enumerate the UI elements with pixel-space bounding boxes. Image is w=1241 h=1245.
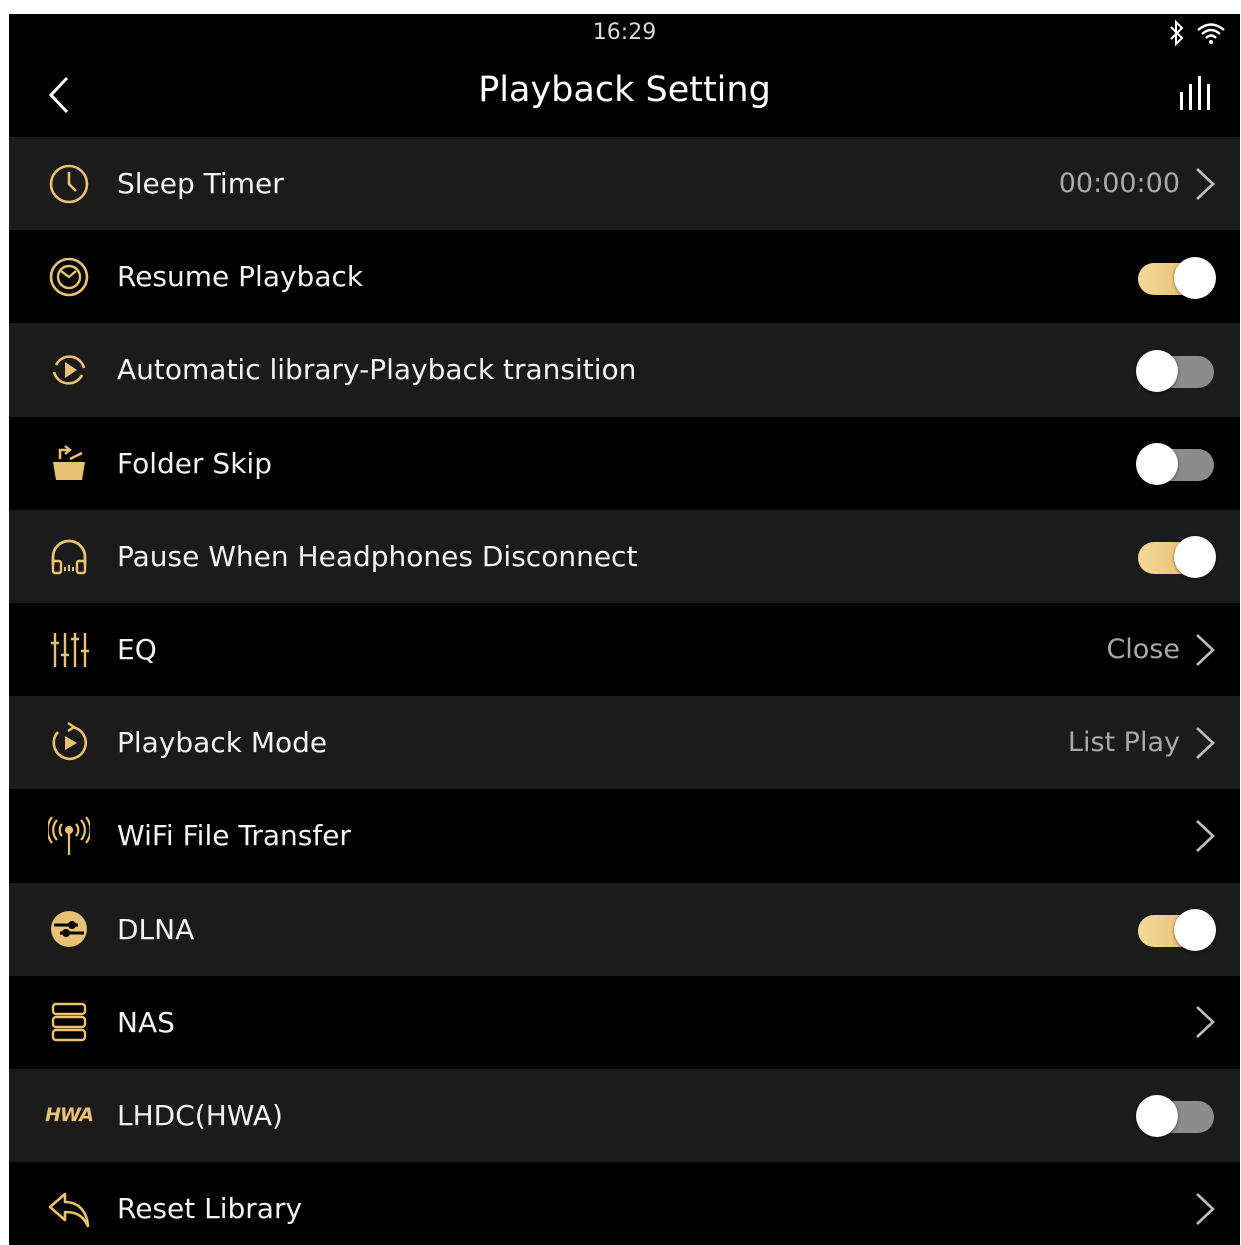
setting-control	[1136, 1094, 1216, 1138]
setting-row-reset-library[interactable]: Reset Library	[9, 1162, 1240, 1245]
setting-label: Pause When Headphones Disconnect	[117, 539, 638, 573]
setting-control: List Play	[1068, 726, 1216, 760]
setting-label: WiFi File Transfer	[117, 819, 351, 853]
setting-label: Resume Playback	[117, 260, 364, 294]
setting-row-automatic-library-playback-transition[interactable]: Automatic library-Playback transition	[9, 323, 1240, 417]
setting-control	[1136, 535, 1216, 579]
toggle-switch[interactable]	[1136, 908, 1216, 952]
folder-skip-icon	[47, 441, 91, 485]
setting-row-nas[interactable]: NAS	[9, 975, 1240, 1069]
toggle-knob	[1136, 349, 1178, 392]
chevron-right-icon	[1194, 726, 1216, 760]
setting-control	[1136, 442, 1216, 486]
setting-label: Sleep Timer	[117, 167, 284, 201]
chevron-right-icon	[1194, 819, 1216, 853]
setting-control	[1194, 819, 1216, 853]
setting-label: NAS	[117, 1005, 175, 1039]
playback-mode-icon	[47, 721, 91, 765]
hwa-logo-text: HWA	[45, 1104, 94, 1127]
setting-control: Close	[1106, 633, 1216, 667]
header-bar: Playback Setting	[9, 56, 1240, 136]
setting-row-eq[interactable]: EQ Close	[9, 602, 1240, 697]
hwa-logo-icon: HWA	[45, 1093, 94, 1137]
setting-control	[1136, 349, 1216, 392]
setting-label: Reset Library	[117, 1192, 303, 1226]
device-screen: 16:29 Playback Setting Sleep Timer 00:00…	[9, 14, 1240, 1245]
nas-icon	[47, 1000, 91, 1044]
toggle-switch[interactable]	[1136, 349, 1216, 392]
setting-row-dlna[interactable]: DLNA	[9, 882, 1240, 976]
chevron-right-icon	[1194, 1192, 1216, 1226]
settings-list: Sleep Timer 00:00:00 Resume Playback Automa…	[9, 137, 1240, 1245]
setting-label: Playback Mode	[117, 726, 328, 760]
clock-icon	[47, 162, 91, 206]
setting-control	[1136, 908, 1216, 952]
setting-control	[1136, 256, 1216, 299]
setting-label: Folder Skip	[117, 446, 272, 480]
setting-row-playback-mode[interactable]: Playback Mode List Play	[9, 696, 1240, 790]
setting-value: List Play	[1067, 727, 1180, 759]
toggle-knob	[1174, 256, 1216, 299]
equalizer-button[interactable]	[1178, 76, 1218, 116]
setting-control	[1194, 1192, 1216, 1226]
chevron-right-icon	[1194, 633, 1216, 667]
toggle-switch[interactable]	[1136, 535, 1216, 579]
status-icons	[1168, 20, 1226, 46]
setting-value: Close	[1106, 634, 1180, 666]
setting-control: 00:00:00	[1059, 167, 1216, 201]
toggle-switch[interactable]	[1136, 1094, 1216, 1138]
bluetooth-icon	[1168, 20, 1186, 46]
setting-label: DLNA	[117, 912, 195, 946]
page-title: Playback Setting	[478, 70, 771, 110]
setting-row-folder-skip[interactable]: Folder Skip	[9, 416, 1240, 510]
setting-control	[1194, 1005, 1216, 1039]
setting-value: 00:00:00	[1058, 168, 1180, 200]
dlna-icon	[47, 907, 91, 951]
setting-label: EQ	[117, 633, 157, 667]
wifi-icon	[1196, 21, 1226, 45]
toggle-switch[interactable]	[1136, 256, 1216, 299]
setting-row-wifi-file-transfer[interactable]: WiFi File Transfer	[9, 789, 1240, 883]
setting-row-pause-when-headphones-disconnect[interactable]: Pause When Headphones Disconnect	[9, 509, 1240, 603]
toggle-knob	[1174, 909, 1216, 952]
reset-icon	[47, 1187, 91, 1231]
chevron-right-icon	[1194, 167, 1216, 201]
status-time: 16:29	[592, 20, 657, 45]
equalizer-bars-icon	[1178, 76, 1218, 112]
setting-row-sleep-timer[interactable]: Sleep Timer 00:00:00	[9, 137, 1240, 231]
toggle-switch[interactable]	[1136, 442, 1216, 486]
resume-icon	[47, 255, 91, 299]
toggle-knob	[1174, 536, 1216, 579]
chevron-right-icon	[1194, 1005, 1216, 1039]
setting-label: Automatic library-Playback transition	[117, 353, 637, 387]
headphones-icon	[47, 534, 91, 578]
antenna-icon	[47, 814, 91, 858]
toggle-knob	[1136, 443, 1178, 486]
setting-row-lhdc-hwa[interactable]: HWA LHDC(HWA)	[9, 1068, 1240, 1163]
status-bar: 16:29	[9, 14, 1240, 56]
eq-sliders-icon	[47, 628, 91, 672]
auto-play-icon	[47, 348, 91, 392]
setting-label: LHDC(HWA)	[117, 1098, 283, 1132]
setting-row-resume-playback[interactable]: Resume Playback	[9, 230, 1240, 324]
